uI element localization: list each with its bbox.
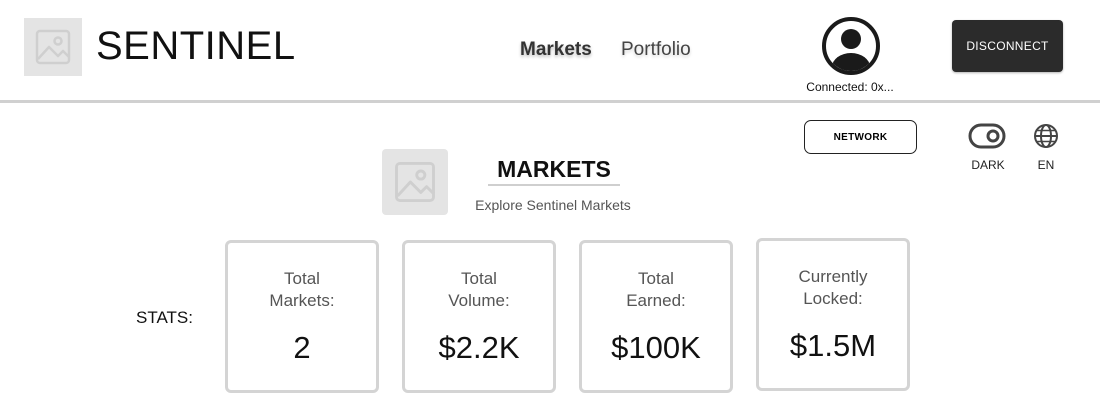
network-button[interactable]: NETWORK xyxy=(804,120,917,154)
language-label: EN xyxy=(1037,158,1055,172)
stat-value: $1.5M xyxy=(789,328,877,363)
user-avatar-icon[interactable] xyxy=(822,17,880,75)
stat-title-line: Total xyxy=(638,269,674,288)
stat-value: $2.2K xyxy=(438,330,520,365)
stats-label: STATS: xyxy=(136,308,193,327)
stat-title-line: Locked: xyxy=(803,289,863,308)
stat-value: $100K xyxy=(611,330,701,365)
image-placeholder-icon xyxy=(395,162,435,202)
dark-mode-label: DARK xyxy=(971,158,1005,172)
image-placeholder-icon xyxy=(35,29,71,65)
disconnect-button[interactable]: DISCONNECT xyxy=(952,20,1063,72)
dark-mode-toggle-icon[interactable] xyxy=(968,123,1006,149)
header-divider xyxy=(0,100,1100,103)
stat-card-total-earned: Total Earned: $100K xyxy=(579,240,733,393)
connected-status: Connected: 0x... xyxy=(806,80,894,94)
app-logo[interactable] xyxy=(24,18,82,76)
stat-title: Total Volume: xyxy=(405,268,553,312)
nav-portfolio[interactable]: Portfolio xyxy=(621,39,691,61)
stat-card-currently-locked: Currently Locked: $1.5M xyxy=(756,238,910,391)
page-subtitle: Explore Sentinel Markets xyxy=(475,197,631,213)
markets-image xyxy=(382,149,448,215)
stat-title: Total Markets: xyxy=(228,268,376,312)
app-title: SENTINEL xyxy=(96,24,296,68)
page-title: MARKETS xyxy=(488,156,620,186)
stat-title: Currently Locked: xyxy=(759,266,907,310)
stat-title-line: Volume: xyxy=(448,291,510,310)
stat-value: 2 xyxy=(293,330,311,365)
nav-markets[interactable]: Markets xyxy=(520,39,592,61)
stat-title-line: Currently xyxy=(798,267,868,286)
stat-title-line: Earned: xyxy=(626,291,686,310)
stat-title-line: Total xyxy=(284,269,320,288)
stat-title: Total Earned: xyxy=(582,268,730,312)
stat-card-total-volume: Total Volume: $2.2K xyxy=(402,240,556,393)
stat-title-line: Markets: xyxy=(269,291,335,310)
stat-card-total-markets: Total Markets: 2 xyxy=(225,240,379,393)
stat-title-line: Total xyxy=(461,269,497,288)
globe-icon[interactable] xyxy=(1033,123,1059,149)
